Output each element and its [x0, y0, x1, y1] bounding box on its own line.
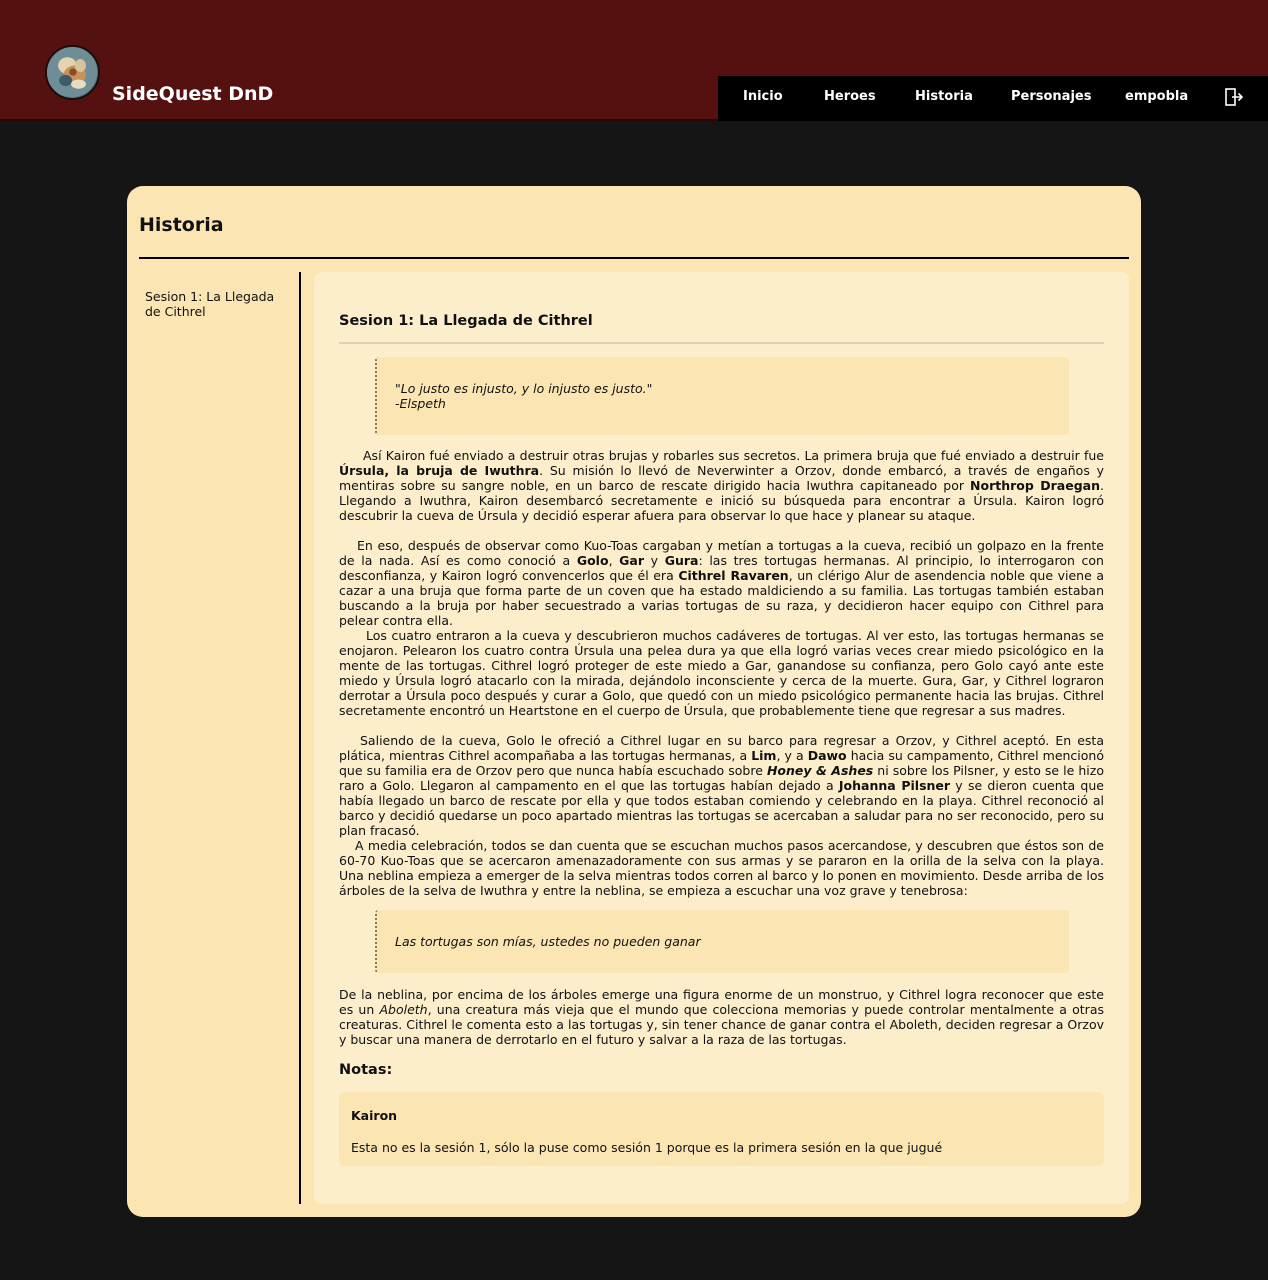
logo-avatar[interactable] — [45, 45, 100, 100]
story-paragraph: Los cuatro entraron a la cueva y descubr… — [339, 628, 1104, 718]
session-content: Sesion 1: La Llegada de Cithrel "Lo just… — [314, 272, 1129, 1204]
nav-historia[interactable]: Historia — [915, 89, 973, 105]
title-divider — [139, 257, 1129, 259]
quote-author: -Elspeth — [395, 396, 446, 411]
notes-heading: Notas: — [339, 1062, 393, 1078]
story-paragraph: Así Kairon fué enviado a destruir otras … — [339, 448, 1105, 523]
note-text: Esta no es la sesión 1, sólo la puse com… — [351, 1140, 943, 1155]
epigraph-quote: "Lo justo es injusto, y lo injusto es ju… — [375, 357, 1069, 435]
story-paragraph: De la neblina, por encima de los árboles… — [339, 987, 1104, 1047]
note-author: Kairon — [351, 1108, 398, 1123]
story-paragraph: En eso, después de observar como Kuo-Toa… — [339, 538, 1105, 628]
sidebar-item-session-1[interactable]: Sesion 1: La Llegada de Cithrel — [145, 289, 285, 319]
logout-icon[interactable] — [1224, 87, 1244, 107]
story-paragraph: Saliendo de la cueva, Golo le ofreció a … — [339, 733, 1104, 838]
nav-personajes[interactable]: Personajes — [1011, 89, 1091, 105]
nav-inicio[interactable]: Inicio — [743, 89, 783, 105]
top-header: SideQuest DnD Inicio Heroes Historia Per… — [0, 0, 1268, 121]
brand-title[interactable]: SideQuest DnD — [112, 82, 273, 106]
main-nav: Inicio Heroes Historia Personajes empobl… — [718, 76, 1268, 121]
story-paragraph: A media celebración, todos se dan cuenta… — [339, 838, 1104, 898]
session-divider — [339, 342, 1104, 344]
page-title: Historia — [139, 214, 224, 236]
nav-user-empobla[interactable]: empobla — [1125, 89, 1188, 105]
session-title: Sesion 1: La Llegada de Cithrel — [339, 313, 593, 329]
historia-card: Historia Sesion 1: La Llegada de Cithrel… — [127, 186, 1141, 1217]
quote-text: "Lo justo es injusto, y lo injusto es ju… — [395, 381, 653, 396]
quote-text: Las tortugas son mías, ustedes no pueden… — [395, 934, 701, 949]
nav-heroes[interactable]: Heroes — [824, 89, 876, 105]
note-card: Kairon Esta no es la sesión 1, sólo la p… — [339, 1092, 1104, 1166]
monster-quote: Las tortugas son mías, ustedes no pueden… — [375, 910, 1069, 973]
sessions-sidebar: Sesion 1: La Llegada de Cithrel — [139, 272, 301, 1204]
